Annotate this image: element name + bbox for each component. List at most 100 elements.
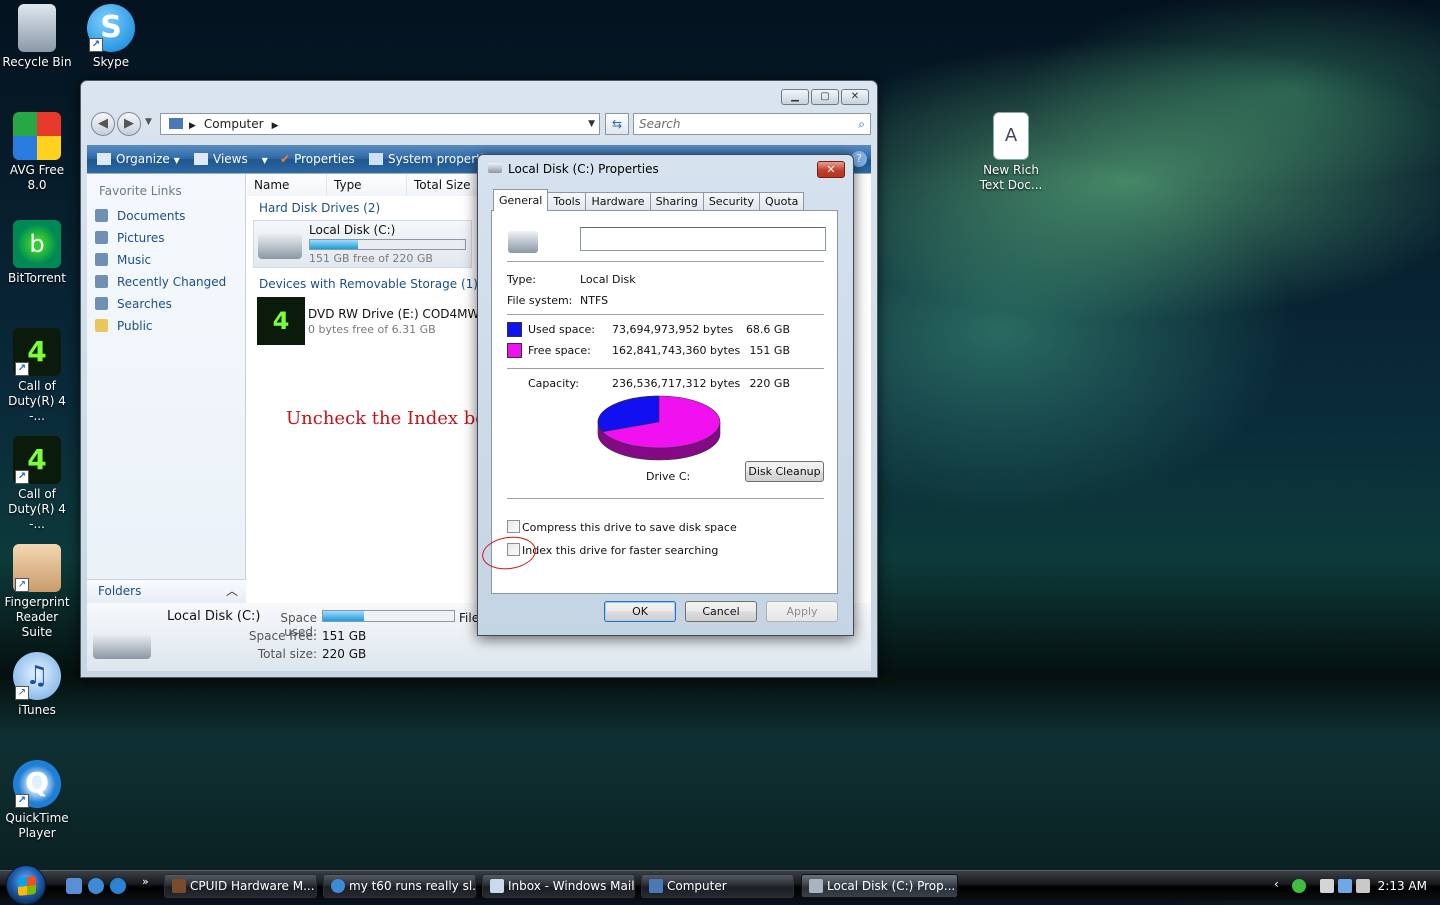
desktop-icon-skype[interactable]: S ↗ Skype <box>74 4 148 70</box>
desktop-icon-itunes[interactable]: ♫ ↗ iTunes <box>0 652 74 718</box>
separator <box>507 261 824 263</box>
drive-name: DVD RW Drive (E:) COD4MW <box>308 307 480 321</box>
taskbar-item-cpuid[interactable]: CPUID Hardware M... <box>164 874 317 898</box>
column-header-name[interactable]: Name <box>247 174 327 196</box>
tab-quota[interactable]: Quota <box>758 192 805 211</box>
navigation-pane: Favorite Links Documents Pictures Music … <box>87 174 246 603</box>
address-bar[interactable]: ▶ Computer ▶ ▼ <box>160 113 600 135</box>
desktop-icon-label: QuickTime Player <box>5 811 69 840</box>
desktop-icon-label: Recycle Bin <box>2 55 72 69</box>
bittorrent-icon: b <box>13 220 61 268</box>
show-desktop-icon[interactable] <box>66 878 82 894</box>
quicktime-quicklaunch-icon[interactable] <box>110 878 126 894</box>
tab-tools[interactable]: Tools <box>547 192 587 211</box>
nav-link-recently-changed[interactable]: Recently Changed <box>95 273 226 291</box>
annotation-instruction: Uncheck the Index box <box>286 408 497 429</box>
column-header-total-size[interactable]: Total Size <box>407 174 479 196</box>
start-button[interactable] <box>6 865 46 905</box>
disk-usage-pie-chart <box>597 395 721 461</box>
network-tray-icon[interactable] <box>1338 879 1352 893</box>
cancel-button[interactable]: Cancel <box>685 601 757 622</box>
desktop-icon-recycle-bin[interactable]: Recycle Bin <box>0 4 74 70</box>
tab-hardware[interactable]: Hardware <box>585 192 651 211</box>
dialog-close-button[interactable]: ✕ <box>817 161 845 178</box>
taskbar: » CPUID Hardware M... my t60 runs really… <box>0 865 1440 905</box>
desktop-icon-rich-text-doc[interactable]: A New Rich Text Doc... <box>974 112 1048 193</box>
group-removable-storage[interactable]: Devices with Removable Storage (1) <box>259 277 478 291</box>
address-dropdown-icon[interactable]: ▼ <box>588 114 595 134</box>
drive-name: Local Disk (C:) <box>309 223 396 237</box>
address-separator-icon: ▶ <box>189 121 196 131</box>
refresh-button[interactable]: ⇆ <box>605 113 629 135</box>
free-space-bytes: 162,841,743,360 bytes <box>612 344 741 357</box>
group-hard-disk-drives[interactable]: Hard Disk Drives (2) <box>259 201 380 215</box>
drive-dvd-e[interactable]: 4 DVD RW Drive (E:) COD4MW 0 bytes free … <box>253 297 479 345</box>
ok-button[interactable]: OK <box>604 601 676 622</box>
skype-icon: S ↗ <box>87 4 135 52</box>
used-space-bytes: 73,694,973,952 bytes <box>612 323 734 336</box>
system-clock[interactable]: 2:13 AM <box>1378 871 1427 901</box>
desktop-icon-bittorrent[interactable]: b BitTorrent <box>0 220 74 286</box>
organize-button[interactable]: Organize ▼ <box>97 145 180 173</box>
taskbar-item-browser[interactable]: my t60 runs really sl... <box>323 874 476 898</box>
back-button[interactable]: ◀ <box>91 112 115 136</box>
taskbar-item-computer[interactable]: Computer <box>641 874 794 898</box>
column-header-type[interactable]: Type <box>327 174 407 196</box>
space-used-bar <box>322 610 455 622</box>
drive-label-input[interactable] <box>580 227 826 251</box>
search-icon[interactable]: ⌕ <box>858 114 865 134</box>
windows-logo-icon <box>18 876 36 896</box>
tray-expand-icon[interactable]: ‹ <box>1274 877 1279 891</box>
minimize-button[interactable]: ▁ <box>781 89 809 105</box>
nav-link-documents[interactable]: Documents <box>95 207 185 225</box>
task-label: Computer <box>667 879 727 893</box>
desktop-icon-quicktime[interactable]: Q ↗ QuickTime Player <box>0 760 74 841</box>
folders-label: Folders <box>98 584 142 598</box>
power-tray-icon[interactable] <box>1320 879 1334 893</box>
total-size-label: Total size: <box>257 647 317 661</box>
nav-link-pictures[interactable]: Pictures <box>95 229 165 247</box>
itunes-icon: ♫ ↗ <box>13 652 61 700</box>
properties-button[interactable]: ✔ Properties <box>280 145 355 173</box>
address-chevron-icon: ▶ <box>271 121 279 131</box>
close-button[interactable]: ✕ <box>841 89 869 105</box>
desktop-icon-label: iTunes <box>18 703 56 717</box>
avg-tray-icon[interactable] <box>1292 879 1306 893</box>
drive-local-disk-c[interactable]: Local Disk (C:) 151 GB free of 220 GB <box>253 220 472 268</box>
drive-free-text: 0 bytes free of 6.31 GB <box>308 323 436 336</box>
apply-button[interactable]: Apply <box>766 601 838 622</box>
views-label: Views <box>213 152 248 166</box>
recent-pages-dropdown[interactable]: ▼ <box>145 117 152 127</box>
tab-security[interactable]: Security <box>702 192 760 211</box>
compress-checkbox[interactable] <box>507 520 520 533</box>
forward-button[interactable]: ▶ <box>117 112 141 136</box>
tab-general[interactable]: General <box>493 189 549 211</box>
volume-tray-icon[interactable] <box>1356 879 1370 893</box>
desktop-icon-cod4-1[interactable]: 4 ↗ Call of Duty(R) 4 -... <box>0 328 74 424</box>
tab-sharing[interactable]: Sharing <box>649 192 704 211</box>
drive-free-text: 151 GB free of 220 GB <box>309 252 433 265</box>
desktop-icon-cod4-2[interactable]: 4 ↗ Call of Duty(R) 4 -... <box>0 436 74 532</box>
disk-cleanup-button[interactable]: Disk Cleanup <box>745 461 824 482</box>
compress-label[interactable]: Compress this drive to save disk space <box>522 521 737 534</box>
index-label[interactable]: Index this drive for faster searching <box>522 544 718 557</box>
taskbar-item-properties[interactable]: Local Disk (C:) Prop... <box>801 874 958 898</box>
views-icon <box>194 153 208 165</box>
system-properties-button[interactable]: System properti <box>369 145 484 173</box>
folders-toggle[interactable]: Folders ︿ <box>87 579 246 603</box>
taskbar-item-windows-mail[interactable]: Inbox - Windows Mail <box>482 874 635 898</box>
desktop-icon-fingerprint[interactable]: ↗ Fingerprint Reader Suite <box>0 544 74 640</box>
quicklaunch-overflow-icon[interactable]: » <box>142 875 149 888</box>
desktop-icon-avg[interactable]: AVG Free 8.0 <box>0 112 74 193</box>
search-placeholder: Search <box>639 117 681 131</box>
nav-link-music[interactable]: Music <box>95 251 151 269</box>
search-input[interactable]: Search ⌕ <box>633 113 871 135</box>
internet-explorer-icon[interactable] <box>88 878 104 894</box>
nav-link-searches[interactable]: Searches <box>95 295 172 313</box>
capacity-gb: 220 GB <box>749 377 790 390</box>
nav-link-public[interactable]: Public <box>95 317 153 335</box>
address-row: ◀ ▶ ▼ ▶ Computer ▶ ▼ ⇆ Search ⌕ <box>89 111 871 137</box>
views-button[interactable]: Views ▼ <box>194 145 268 173</box>
cod4-icon: 4 ↗ <box>13 436 61 484</box>
maximize-button[interactable]: ▢ <box>811 89 839 105</box>
